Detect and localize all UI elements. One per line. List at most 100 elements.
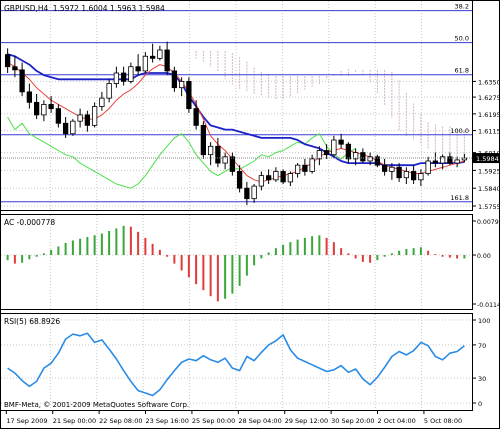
fibonacci-level-label: 61.8 [455,67,469,75]
bull-candle [294,164,301,174]
bear-candle [4,54,11,68]
bull-candle [403,171,410,179]
bear-candle [323,150,330,156]
bull-candle [207,145,214,156]
bull-candle [113,72,120,84]
time-tick-label: 23 Sep 16:00 [146,417,189,425]
fibonacci-level-label: 50.0 [455,35,469,43]
price-tick-label: 1.5840 [478,185,500,193]
ac-tick-label: 0.00 [477,253,491,260]
bear-candle [265,175,272,181]
price-tick-label: 1.6195 [478,111,500,119]
copyright-text: BMF-Meta, © 2001-2009 MetaQuotes Softwar… [4,401,189,409]
rsi-grid [1,314,472,410]
bull-candle [70,120,76,135]
bull-candle [91,106,98,126]
bear-candle [55,108,62,124]
bear-candle [229,156,236,172]
bull-candle [425,160,431,174]
bear-candle [280,171,286,183]
bear-candle [236,171,243,189]
bull-candle [142,55,149,72]
bear-candle [244,187,250,200]
bull-candle [287,173,294,183]
ac-axis: 0.007932 0.00 -0.01142 [472,219,500,309]
time-tick-label: 30 Sep 20:00 [331,417,374,425]
rsi-title: RSI(5) 68.8926 [4,317,60,326]
bull-candle [331,139,337,156]
ac-tick-label: -0.01142 [477,302,500,309]
time-tick-label: 5 Oct 08:00 [424,417,462,425]
bear-candle [120,72,127,82]
bear-candle [381,164,388,172]
ac-panel[interactable]: AC -0.000778 0.007932 0.00 -0.01142 [0,214,500,310]
time-tick-label: 29 Sep 12:00 [285,417,328,425]
price-panel-frame [0,0,473,211]
bear-candle [200,124,207,156]
bull-candle [251,185,257,200]
price-tick-label: 1.5755 [478,203,500,211]
bear-candle [360,152,366,162]
bull-candle [258,175,265,187]
bull-candle [389,166,395,172]
bull-candle [99,97,105,107]
time-tick-label: 2 Oct 04:00 [378,417,416,425]
bull-candle [128,66,134,82]
time-tick-label: 21 Sep 00:00 [53,417,96,425]
bear-candle [302,164,308,172]
fibonacci-level-label: 161.8 [450,194,469,202]
bull-candle [178,80,185,89]
time-tick-label: 25 Sep 00:00 [192,417,235,425]
bear-candle [84,114,91,126]
bull-candle [418,173,424,181]
bull-candle [454,159,460,164]
price-tick-label: 1.6350 [478,78,500,86]
bear-candle [432,160,439,164]
fibonacci-level-label: 100.0 [450,127,469,135]
bear-candle [149,55,156,59]
bear-candle [338,139,344,145]
rsi-axis: 100 70 30 0 [472,317,490,408]
fibonacci-level-label: 38.2 [455,3,469,11]
bear-candle [396,166,402,179]
bear-candle [164,49,170,72]
price-grid [1,1,472,210]
ac-title: AC -0.000778 [4,218,55,227]
price-axis: 1.63501.62751.61951.61151.60101.59251.58… [1,78,500,211]
bear-candle [33,101,40,116]
bull-candle [106,83,112,99]
price-tick-label: 1.5925 [478,167,500,175]
bear-candle [215,145,221,164]
price-tick-label: 1.6115 [478,128,500,136]
bear-candle [193,108,199,126]
bull-candle [367,156,373,162]
bear-candle [345,143,352,160]
bear-candle [135,66,141,72]
rsi-tick-label: 100 [478,317,490,325]
time-tick-label: 17 Sep 2009 [6,417,47,425]
bull-candle [157,49,163,59]
bear-candle [26,91,33,103]
time-tick-label: 22 Sep 08:00 [99,417,142,425]
bull-candle [273,171,279,181]
bull-candle [309,158,315,172]
bear-candle [48,104,54,110]
bear-candle [19,69,25,93]
time-axis: 17 Sep 2009 21 Sep 00:00 22 Sep 08:00 23 Se… [5,410,462,425]
price-tick-label: 1.6275 [478,94,500,102]
bear-candle [171,70,178,89]
rsi-tick-label: 0 [478,400,482,408]
candlesticks [4,41,468,205]
ac-tick-label: 0.007932 [477,219,500,226]
current-price-label: 1.5984 [476,155,499,163]
bear-candle [410,171,417,181]
bull-candle [77,114,83,122]
price-panel[interactable]: 38.2 50.0 61.8 100.0 161.8 GBPUSD,H4 1.5972 … [0,0,500,212]
rsi-tick-label: 30 [478,375,486,383]
bear-candle [186,80,192,110]
ac-panel-frame [0,214,473,310]
bear-candle [62,122,69,135]
chart-window: 38.2 50.0 61.8 100.0 161.8 GBPUSD,H4 1.5972 … [0,0,500,429]
rsi-panel[interactable]: RSI(5) 68.8926 BMF-Meta, © 2001-2009 Met… [0,313,491,411]
time-tick-label: 28 Sep 04:00 [238,417,281,425]
